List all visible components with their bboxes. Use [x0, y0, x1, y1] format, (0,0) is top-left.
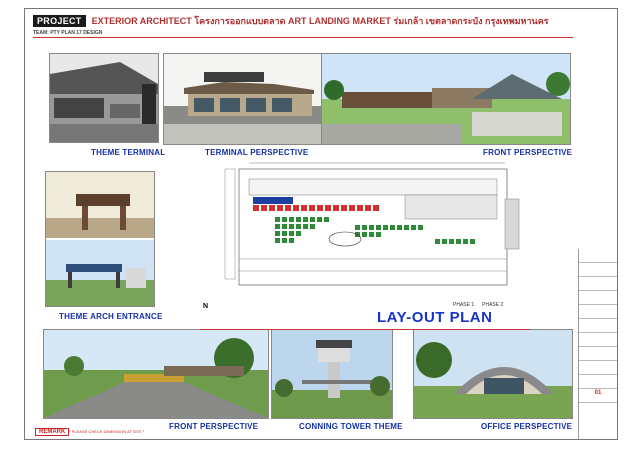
phase-labels: PHASE 1 PHASE 2	[453, 302, 503, 308]
photo-conning-tower	[271, 329, 393, 419]
phase2-label: PHASE 2	[482, 302, 504, 308]
sheet-header: PROJECT EXTERIOR ARCHITECT โครงการออกแบบ…	[33, 13, 553, 29]
north-arrow-label: N	[203, 303, 209, 310]
front-perspective-bottom-image	[44, 330, 268, 418]
layout-plan-title: LAY-OUT PLAN	[377, 309, 493, 326]
tb-row	[579, 347, 617, 361]
sheet-number: 01	[579, 389, 617, 403]
theme-arch-entrance-image	[46, 172, 154, 306]
tb-row	[579, 263, 617, 277]
phase1-label: PHASE 1	[453, 302, 475, 308]
project-label: PROJECT	[33, 15, 86, 27]
project-title: EXTERIOR ARCHITECT โครงการออกแบบตลาด ART…	[91, 16, 549, 26]
theme-terminal-image	[50, 54, 158, 142]
photo-theme-arch-entrance	[45, 171, 155, 307]
caption-terminal-perspective: TERMINAL PERSPECTIVE	[205, 148, 309, 157]
front-perspective-top-image	[322, 54, 570, 144]
caption-theme-terminal: THEME TERMINAL	[91, 148, 166, 157]
photo-front-perspective-bottom	[43, 329, 269, 419]
team-label: TEAM: PTY PLAN 17 DESIGN	[33, 30, 103, 36]
caption-front-perspective-bottom: FRONT PERSPECTIVE	[169, 422, 259, 431]
drawing-sheet: PROJECT EXTERIOR ARCHITECT โครงการออกแบบ…	[24, 8, 618, 440]
caption-front-perspective-top: FRONT PERSPECTIVE	[483, 148, 573, 157]
tb-row	[579, 305, 617, 319]
title-block: 01	[578, 249, 617, 439]
caption-office-perspective: OFFICE PERSPECTIVE	[481, 422, 573, 431]
remark-text: * PLEASE CHECK DIMENSION AT SITE *	[69, 429, 145, 434]
plan-divider	[200, 329, 530, 330]
office-perspective-image	[414, 330, 572, 418]
tb-row	[579, 361, 617, 375]
photo-front-perspective-top	[321, 53, 571, 145]
photo-office-perspective	[413, 329, 573, 419]
tb-row	[579, 333, 617, 347]
caption-conning-tower: CONNING TOWER THEME	[299, 422, 403, 431]
conning-tower-image	[272, 330, 392, 418]
tb-row	[579, 319, 617, 333]
caption-theme-arch-entrance: THEME ARCH ENTRANCE	[59, 312, 163, 321]
terminal-perspective-image	[164, 54, 322, 144]
layout-plan	[205, 159, 525, 309]
tb-row	[579, 291, 617, 305]
layout-plan-drawing	[224, 162, 520, 286]
photo-terminal-perspective	[163, 53, 323, 145]
photo-theme-terminal	[49, 53, 159, 143]
tb-row	[579, 375, 617, 389]
tb-row	[579, 277, 617, 291]
remark-label: REMARK	[35, 428, 70, 436]
tb-row	[579, 249, 617, 263]
header-divider	[33, 37, 573, 38]
